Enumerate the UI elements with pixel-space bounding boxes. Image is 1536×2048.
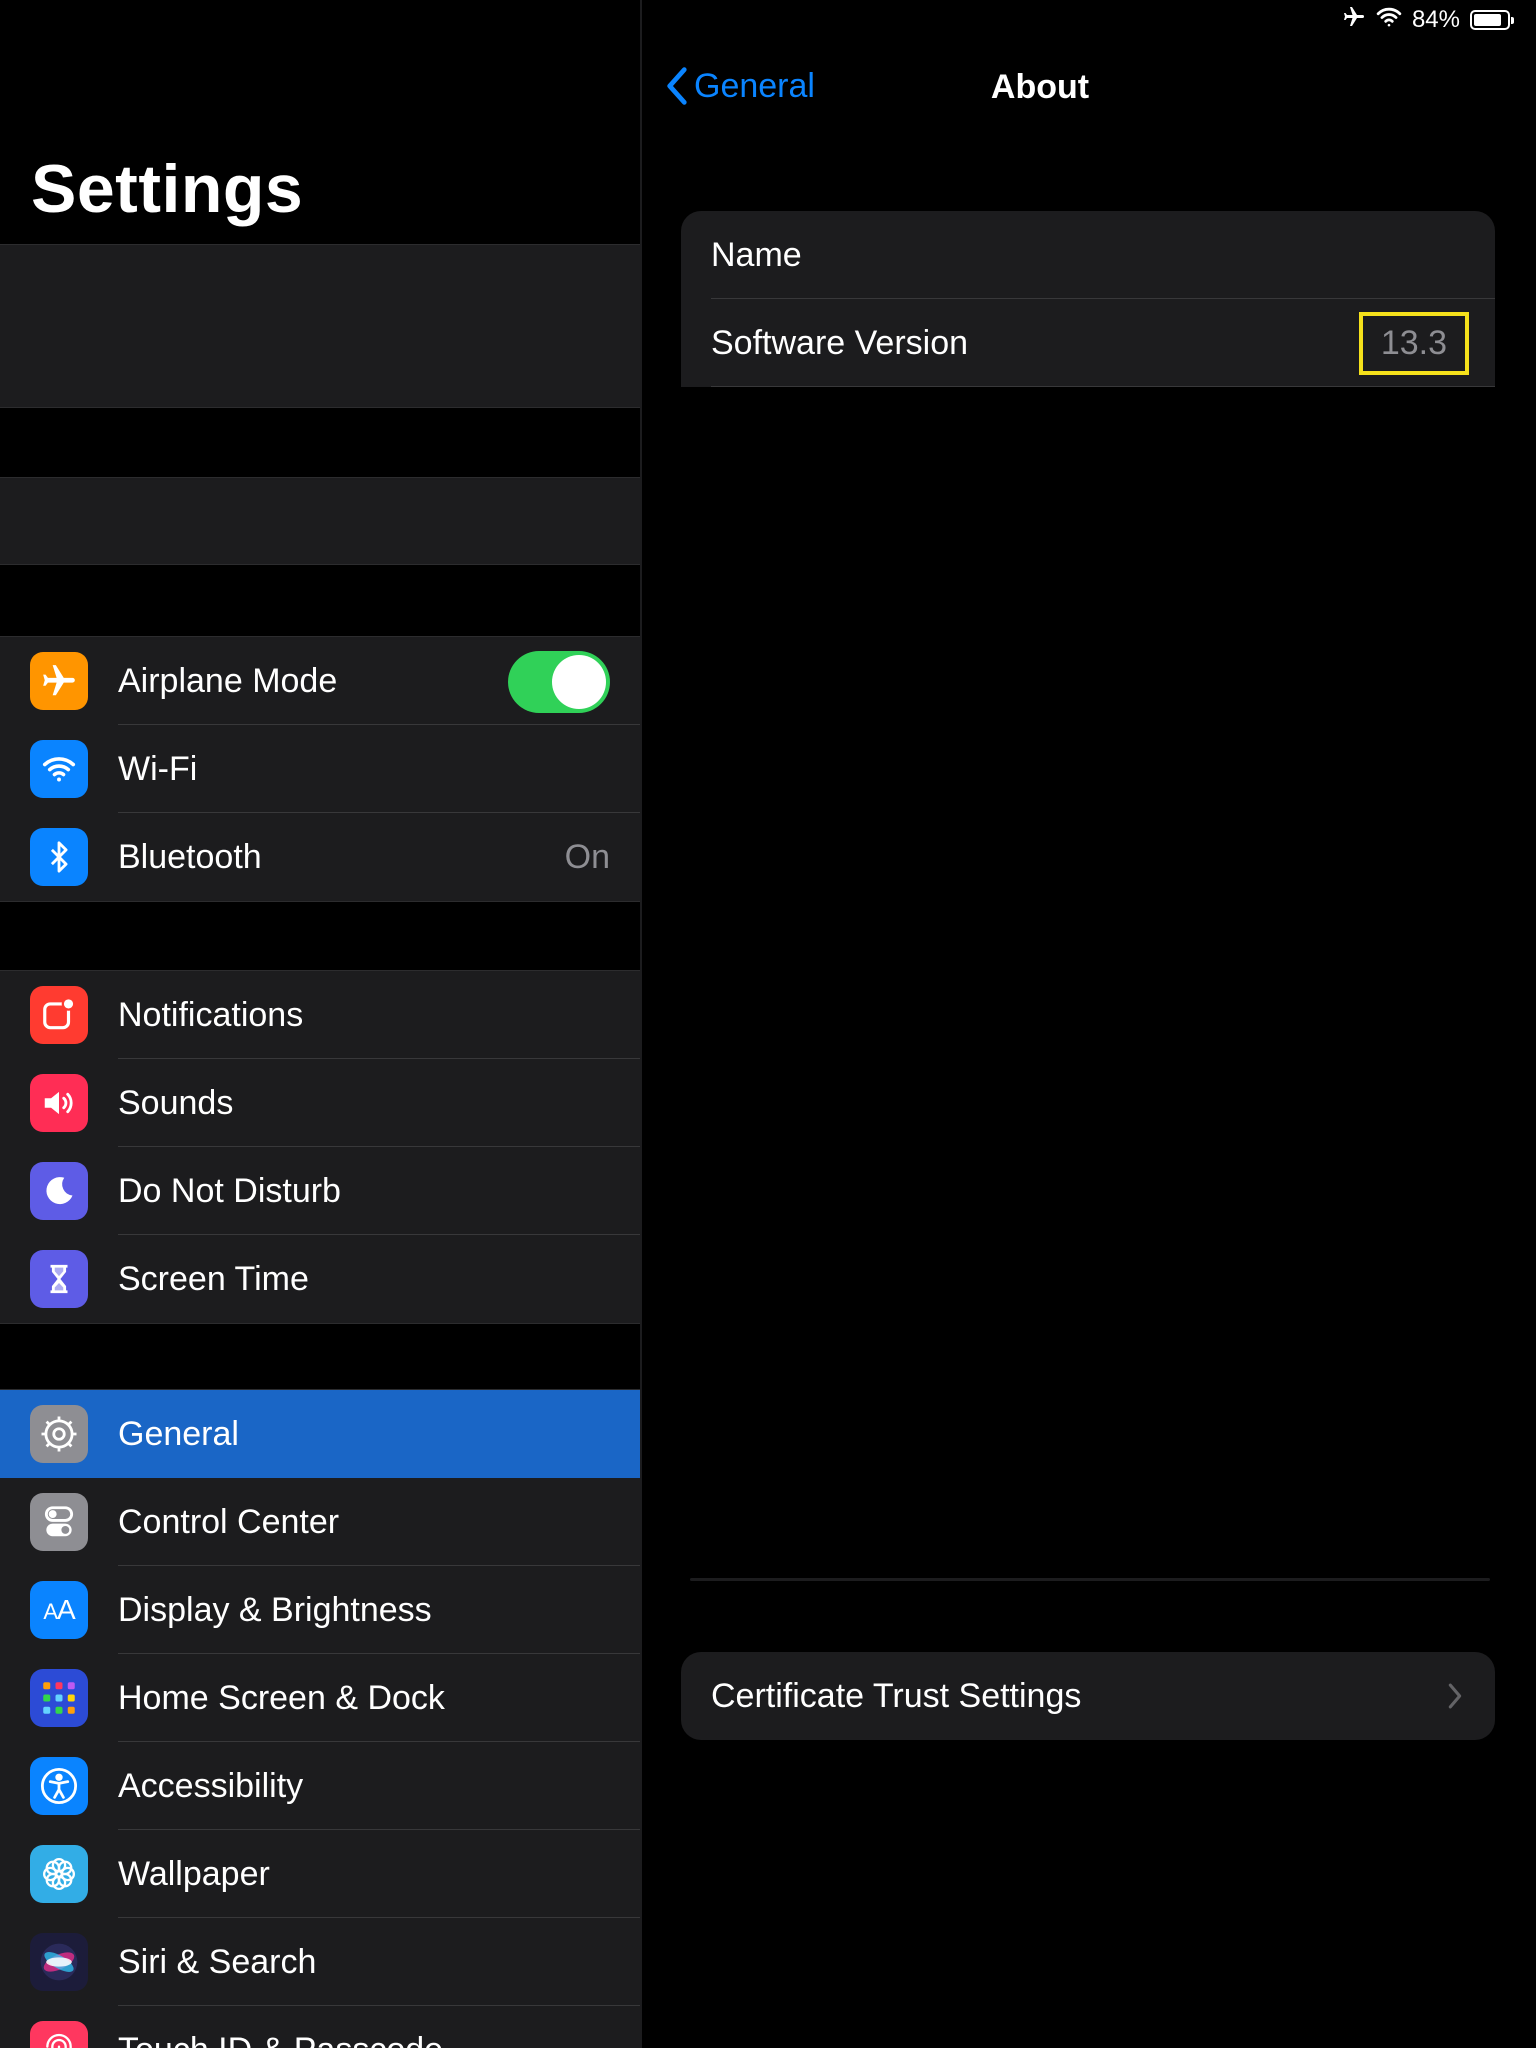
sidebar-item-label: Wallpaper bbox=[118, 1854, 270, 1893]
sidebar-item-label: Bluetooth bbox=[118, 837, 262, 876]
sidebar-item-label: Airplane Mode bbox=[118, 661, 338, 700]
wifi-icon bbox=[30, 740, 88, 798]
gear-icon bbox=[30, 1405, 88, 1463]
sidebar-item-label: Sounds bbox=[118, 1083, 234, 1122]
speaker-icon bbox=[30, 1074, 88, 1132]
sidebar-item-label: Home Screen & Dock bbox=[118, 1678, 445, 1717]
back-button[interactable]: General bbox=[666, 66, 815, 106]
sidebar-item-label: Touch ID & Passcode bbox=[118, 2031, 443, 2048]
sidebar-empty-block bbox=[0, 477, 640, 565]
software-version-label: Software Version bbox=[711, 323, 969, 362]
chevron-right-icon bbox=[1448, 1683, 1462, 1709]
sidebar-item-accessibility[interactable]: Accessibility bbox=[0, 1742, 640, 1830]
sidebar-item-label: Screen Time bbox=[118, 1259, 309, 1298]
certificate-trust-settings-row[interactable]: Certificate Trust Settings bbox=[681, 1652, 1495, 1740]
battery-fill bbox=[1474, 14, 1501, 26]
sidebar-item-wallpaper[interactable]: Wallpaper bbox=[0, 1830, 640, 1918]
certificate-card: Certificate Trust Settings bbox=[681, 1652, 1495, 1740]
siri-icon bbox=[30, 1933, 88, 1991]
sidebar-group-notifications: Notifications Sounds Do Not Disturb Scre… bbox=[0, 970, 640, 1324]
sidebar: Settings Airplane Mode Wi-Fi Bluetooth O… bbox=[0, 0, 642, 2048]
hourglass-icon bbox=[30, 1250, 88, 1308]
sidebar-item-do-not-disturb[interactable]: Do Not Disturb bbox=[0, 1147, 640, 1235]
sidebar-item-sounds[interactable]: Sounds bbox=[0, 1059, 640, 1147]
sidebar-item-wifi[interactable]: Wi-Fi bbox=[0, 725, 640, 813]
accessibility-icon bbox=[30, 1757, 88, 1815]
name-row[interactable]: Name bbox=[681, 211, 1495, 299]
sidebar-item-display-brightness[interactable]: AA Display & Brightness bbox=[0, 1566, 640, 1654]
sidebar-item-notifications[interactable]: Notifications bbox=[0, 971, 640, 1059]
sidebar-item-screen-time[interactable]: Screen Time bbox=[0, 1235, 640, 1323]
page-title: Settings bbox=[31, 151, 304, 227]
airplane-status-icon bbox=[1342, 5, 1366, 36]
divider bbox=[690, 1578, 1490, 1581]
moon-icon bbox=[30, 1162, 88, 1220]
sidebar-item-label: Control Center bbox=[118, 1502, 340, 1541]
software-version-value: 13.3 bbox=[1358, 311, 1469, 375]
app-grid-icon bbox=[30, 1669, 88, 1727]
sidebar-group-connectivity: Airplane Mode Wi-Fi Bluetooth On bbox=[0, 636, 640, 902]
sidebar-item-airplane-mode[interactable]: Airplane Mode bbox=[0, 637, 640, 725]
sidebar-item-label: Do Not Disturb bbox=[118, 1171, 341, 1210]
bluetooth-status: On bbox=[564, 837, 610, 876]
sidebar-item-label: Display & Brightness bbox=[118, 1590, 432, 1629]
sidebar-item-general[interactable]: General bbox=[0, 1390, 640, 1478]
sidebar-item-siri-search[interactable]: Siri & Search bbox=[0, 1918, 640, 2006]
toggle-knob bbox=[552, 655, 606, 709]
battery-icon bbox=[1470, 10, 1514, 30]
bluetooth-icon bbox=[30, 828, 88, 886]
wifi-status-icon bbox=[1376, 6, 1402, 35]
name-label: Name bbox=[711, 235, 802, 274]
software-version-row[interactable]: Software Version 13.3 bbox=[681, 299, 1495, 387]
switches-icon bbox=[30, 1493, 88, 1551]
flower-icon bbox=[30, 1845, 88, 1903]
sidebar-item-label: Accessibility bbox=[118, 1766, 304, 1805]
sidebar-item-label: Notifications bbox=[118, 995, 304, 1034]
sidebar-item-label: Wi-Fi bbox=[118, 749, 198, 788]
airplane-icon bbox=[30, 652, 88, 710]
sidebar-empty-block bbox=[0, 244, 640, 408]
status-bar: 84% bbox=[1342, 0, 1536, 40]
certificate-trust-settings-label: Certificate Trust Settings bbox=[711, 1676, 1082, 1715]
notifications-icon bbox=[30, 986, 88, 1044]
back-label: General bbox=[694, 66, 815, 105]
fingerprint-icon bbox=[30, 2021, 88, 2048]
airplane-mode-toggle[interactable] bbox=[508, 651, 610, 713]
battery-percentage: 84% bbox=[1411, 6, 1460, 33]
sidebar-item-label: Siri & Search bbox=[118, 1942, 317, 1981]
sidebar-item-control-center[interactable]: Control Center bbox=[0, 1478, 640, 1566]
sidebar-item-label: General bbox=[118, 1414, 239, 1453]
sidebar-item-touch-id-passcode[interactable]: Touch ID & Passcode bbox=[0, 2006, 640, 2048]
about-info-card: Name Software Version 13.3 bbox=[681, 211, 1495, 387]
sidebar-item-bluetooth[interactable]: Bluetooth On bbox=[0, 813, 640, 901]
sidebar-item-home-screen-dock[interactable]: Home Screen & Dock bbox=[0, 1654, 640, 1742]
sidebar-group-general: General Control Center AA Display & Brig… bbox=[0, 1389, 640, 2048]
chevron-left-icon bbox=[667, 67, 687, 105]
text-size-icon: AA bbox=[30, 1581, 88, 1639]
